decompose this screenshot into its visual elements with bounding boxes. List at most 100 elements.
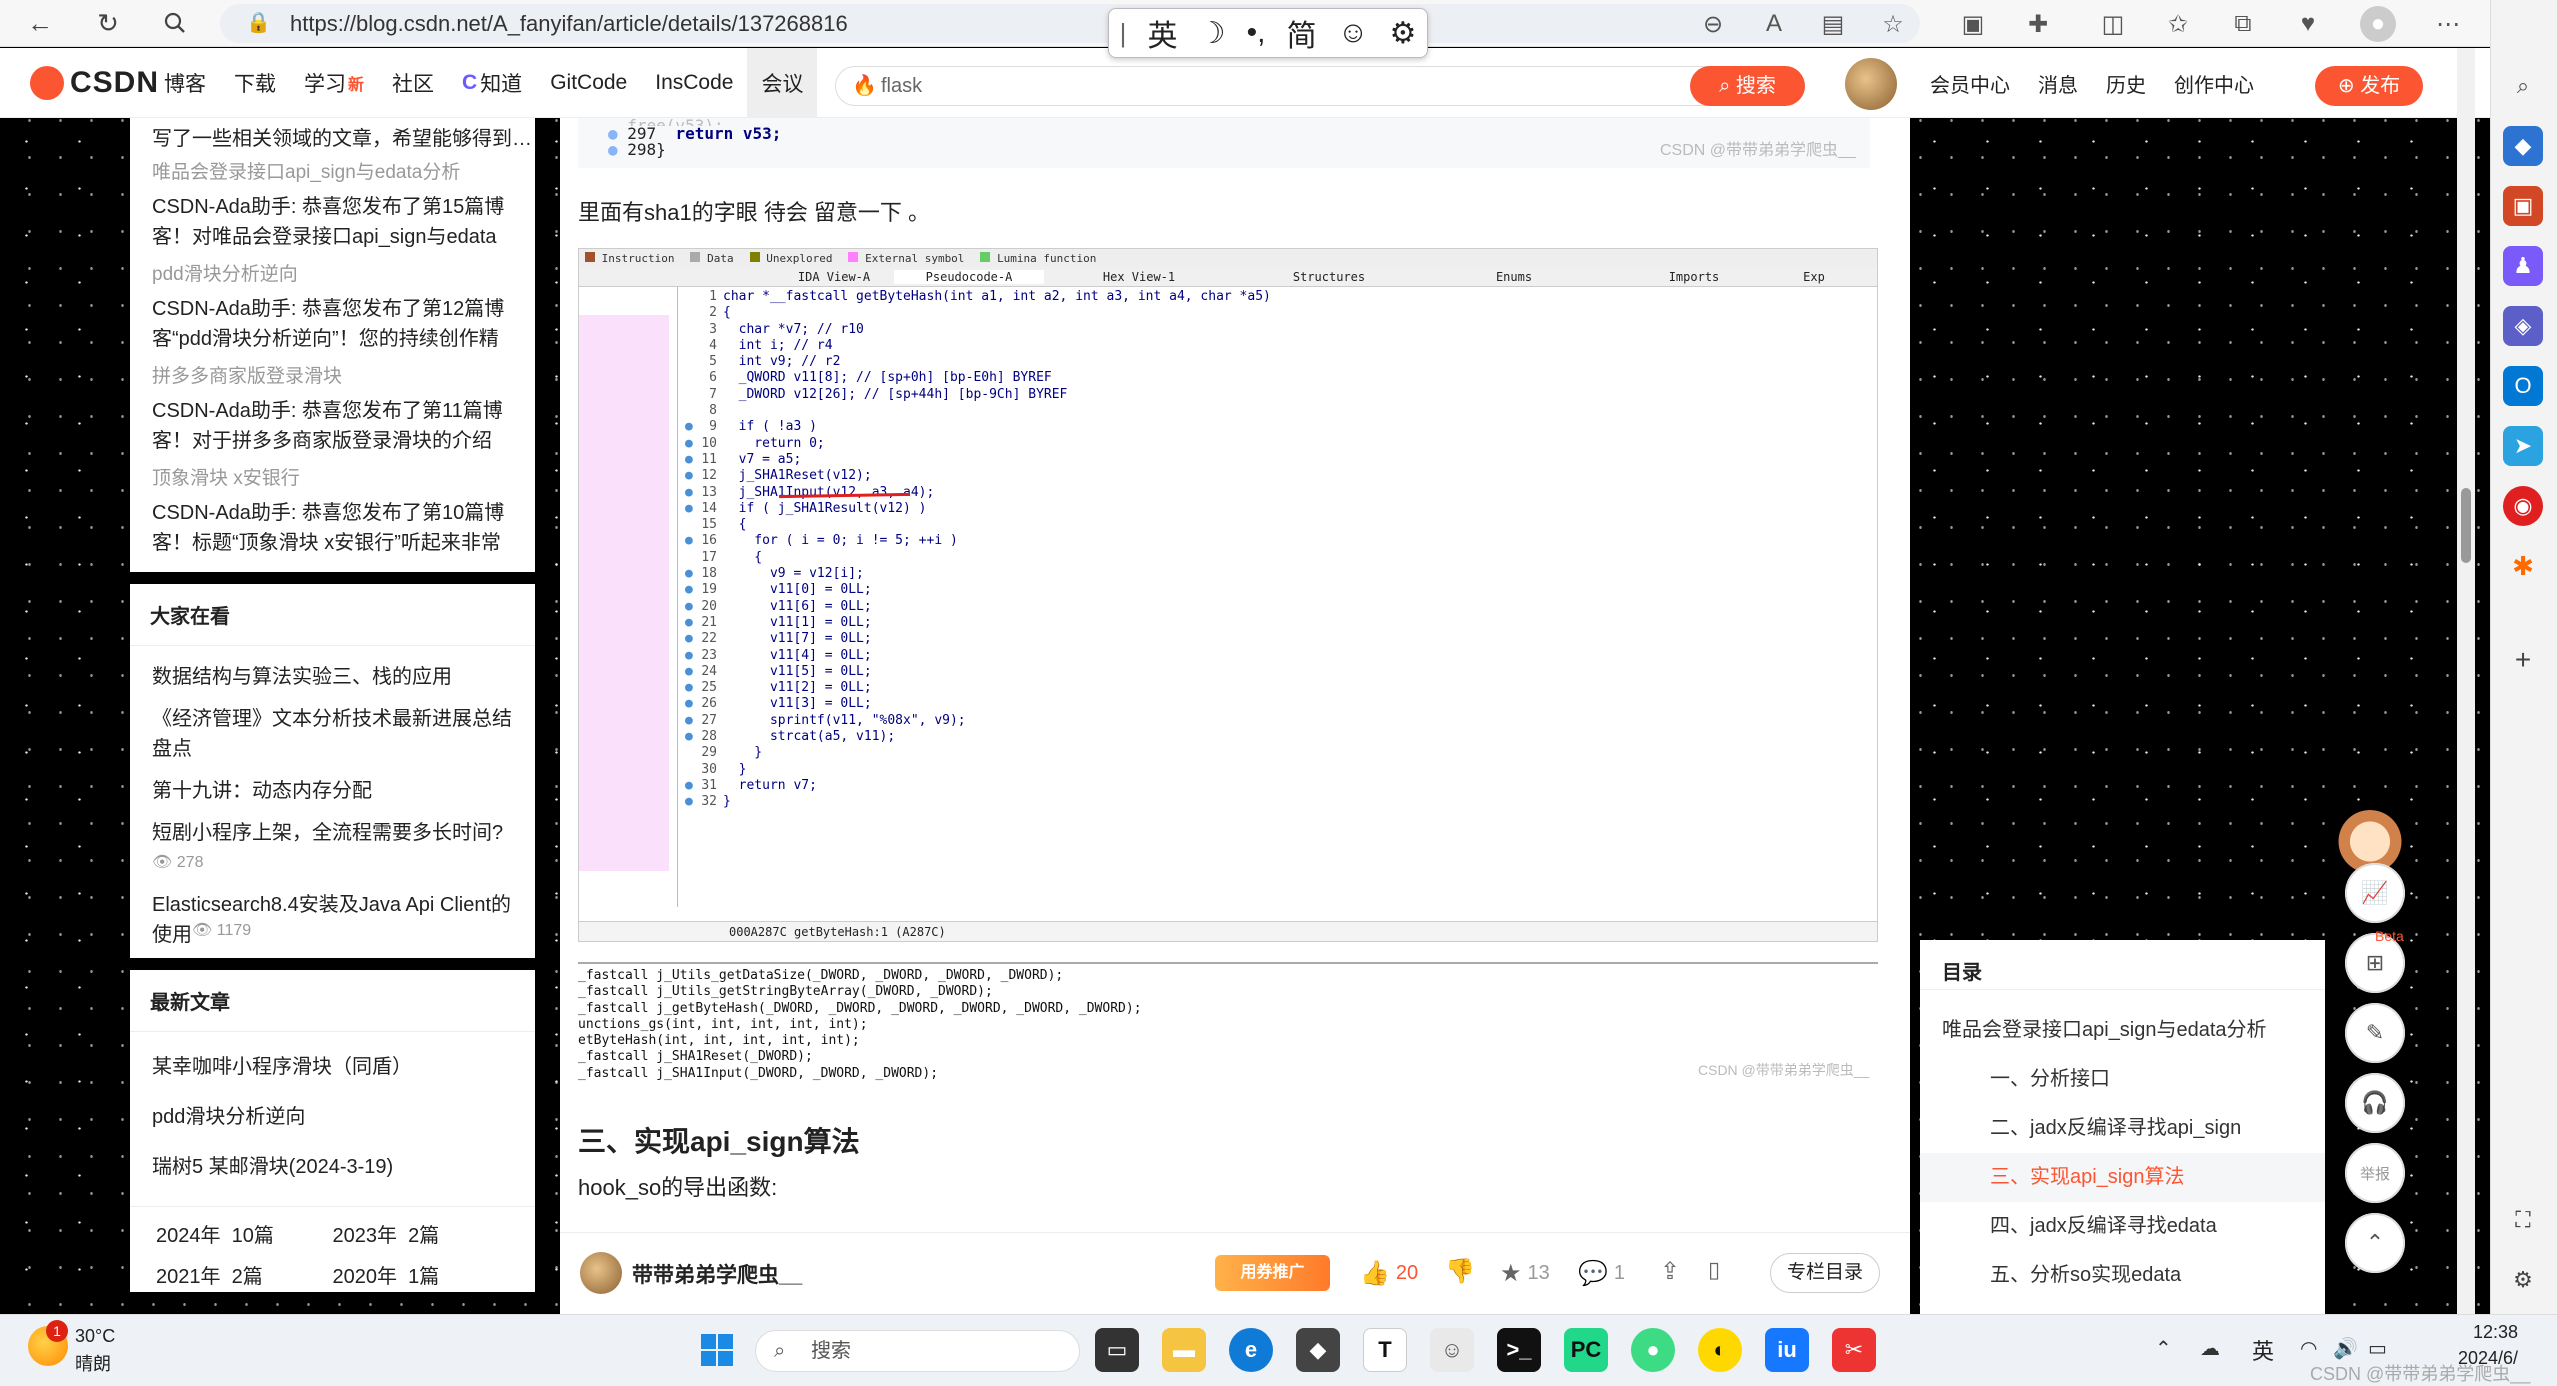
user-avatar[interactable] [1845,58,1897,110]
comment-article-link[interactable]: 拼多多商家版登录滑块 [130,358,535,392]
latest-item[interactable]: pdd滑块分析逆向 [130,1096,535,1146]
ida-tab[interactable]: Exp [1784,270,1844,284]
back-to-top-icon[interactable]: ⌃ [2345,1213,2405,1273]
taskbar-search[interactable]: ⌕ 搜索 [755,1330,1080,1372]
link-messages[interactable]: 消息 [2038,69,2078,98]
nav-blog[interactable]: 博客 [150,48,220,118]
comment-button[interactable]: 💬 1 [1578,1259,1625,1288]
archive-item[interactable]: 2024年 10篇 [156,1219,333,1248]
emoji-icon[interactable]: ☺ [1338,16,1369,50]
toc-item[interactable]: 三、实现api_sign算法 [1920,1153,2325,1202]
more-menu-icon[interactable]: ⋯ [2430,6,2466,42]
ida-tab[interactable]: Enums [1424,270,1604,284]
promo-button[interactable]: 用券推广 [1215,1255,1330,1291]
person-icon[interactable]: ✱ [2503,546,2543,586]
edit-tool-icon[interactable]: ✎ [2345,1003,2405,1063]
toc-item[interactable]: 二、jadx反编译寻找api_sign [1920,1104,2325,1153]
gear-icon[interactable]: ⚙ [1389,16,1416,51]
nav-inscode[interactable]: InsCode [641,48,747,118]
link-vip-center[interactable]: 会员中心 [1930,69,2010,98]
weather-temp[interactable]: 30°C [75,1326,115,1347]
search-button[interactable]: ⌕ 搜索 [1690,66,1805,106]
thumbs-down-icon[interactable]: 👎 [1445,1257,1475,1286]
profile-avatar-icon[interactable]: ● [2360,6,2396,42]
outlook-icon[interactable]: O [2503,366,2543,406]
battery-icon[interactable]: ▭ [2368,1336,2387,1361]
chart-tool-icon[interactable]: 📈 [2345,863,2405,923]
task-view-icon[interactable]: ▭ [1095,1328,1139,1372]
comment-article-link[interactable]: 顶象滑块 x安银行 [130,460,535,494]
author-name[interactable]: 带带弟弟学爬虫__ [632,1259,802,1289]
weibo-icon[interactable]: ◉ [2503,486,2543,526]
publish-button[interactable]: ⊕ 发布 [2315,66,2423,106]
watching-item[interactable]: 短剧小程序上架，全流程需要多长时间? [130,812,535,848]
archive-item[interactable]: 2021年 2篇 [156,1260,333,1289]
ida-tab[interactable]: Hex View-1 [1044,270,1234,284]
pdf-icon[interactable]: ▯ [1708,1257,1720,1283]
ime-simplified-toggle[interactable]: 简 [1287,11,1317,55]
search-icon[interactable] [155,3,195,43]
toc-item[interactable]: 唯品会登录接口api_sign与edata分析 [1920,1006,2325,1055]
add-sidebar-icon[interactable]: + [2503,640,2543,680]
toc-item[interactable]: 四、jadx反编译寻找edata [1920,1202,2325,1251]
terminal-icon[interactable]: >_ [1497,1328,1541,1372]
tray-ime-lang[interactable]: 英 [2252,1334,2274,1366]
latest-item[interactable]: 瑞树5 某邮滑块(2024-3-19) [130,1146,535,1188]
windows-start-icon[interactable] [695,1328,739,1372]
typora-icon[interactable]: T [1363,1328,1407,1372]
nav-learn[interactable]: 学习新 [290,48,378,118]
address-bar[interactable]: 🔒 https://blog.csdn.net/A_fanyifan/artic… [220,4,1920,43]
android-icon[interactable]: ● [1631,1328,1675,1372]
toc-item[interactable]: 五、分析so实现edata [1920,1251,2325,1300]
sidebar-settings-icon[interactable]: ⚙ [2503,1260,2543,1300]
csdn-logo[interactable]: CSDN [30,48,159,118]
report-button[interactable]: 举报 [2345,1143,2405,1203]
sidebar-games-icon[interactable]: ♟ [2503,246,2543,286]
ime-drag-handle[interactable]: | [1120,18,1127,49]
extensions-icon[interactable]: ✚ [2020,6,2056,42]
ida-tab[interactable]: Pseudocode-A [894,269,1044,284]
like-button[interactable]: 👍 20 [1360,1259,1418,1288]
ida-tab[interactable]: Structures [1234,270,1424,284]
ida-tab[interactable]: Imports [1604,270,1784,284]
link-creator-center[interactable]: 创作中心 [2174,69,2254,98]
archive-item[interactable]: 2023年 2篇 [333,1219,510,1248]
send-icon[interactable]: ➤ [2503,426,2543,466]
moon-icon[interactable]: ☽ [1199,16,1226,51]
app-bird-icon[interactable]: ◐ [1698,1328,1742,1372]
comment-article-link[interactable]: 唯品会登录接口api_sign与edata分析 [130,154,535,188]
clock-time[interactable]: 12:38 [2448,1322,2518,1343]
edge-browser-icon[interactable]: e [1229,1328,1273,1372]
punctuation-icon[interactable]: •, [1247,16,1266,50]
link-history[interactable]: 历史 [2106,69,2146,98]
nav-gitcode[interactable]: GitCode [536,48,641,118]
column-directory-button[interactable]: 专栏目录 [1770,1253,1880,1293]
watching-item[interactable]: 第十九讲：动态内存分配 [130,770,535,812]
sidebar-search-icon[interactable]: ⌕ [2503,66,2543,106]
reader-mode-icon[interactable]: ▤ [1815,6,1851,42]
app-cube-icon[interactable]: ◆ [1296,1328,1340,1372]
file-explorer-icon[interactable]: ▬ [1162,1328,1206,1372]
watching-item[interactable]: 数据结构与算法实验三、栈的应用 [130,656,535,698]
sidebar-tools-icon[interactable]: ▣ [2503,186,2543,226]
favorite-button[interactable]: ★ 13 [1500,1259,1550,1288]
watching-item[interactable]: 《经济管理》文本分析技术最新进展总结盘点 [130,698,535,770]
favorite-star-icon[interactable]: ☆ [1875,6,1911,42]
pycharm-icon[interactable]: PC [1564,1328,1608,1372]
wifi-icon[interactable]: ◠ [2300,1336,2317,1361]
ida-tab[interactable]: IDA View-A [774,270,894,284]
tray-chevron-icon[interactable]: ⌃ [2155,1336,2172,1361]
page-scrollbar[interactable] [2457,48,2475,1314]
nav-zhidao[interactable]: C 知道 [448,48,536,118]
onedrive-icon[interactable]: ☁ [2200,1336,2220,1361]
back-arrow-icon[interactable]: ← [20,3,60,43]
ime-lang-toggle[interactable]: 英 [1147,11,1177,55]
app-snip-icon[interactable]: ✂ [1832,1328,1876,1372]
comment-article-link[interactable]: pdd滑块分析逆向 [130,256,535,290]
nav-community[interactable]: 社区 [378,48,448,118]
sidebar-shopping-icon[interactable]: ◆ [2503,126,2543,166]
favorites-icon[interactable]: ✩ [2160,6,2196,42]
nav-download[interactable]: 下载 [220,48,290,118]
scrollbar-thumb[interactable] [2461,488,2471,563]
author-avatar[interactable] [580,1252,622,1294]
